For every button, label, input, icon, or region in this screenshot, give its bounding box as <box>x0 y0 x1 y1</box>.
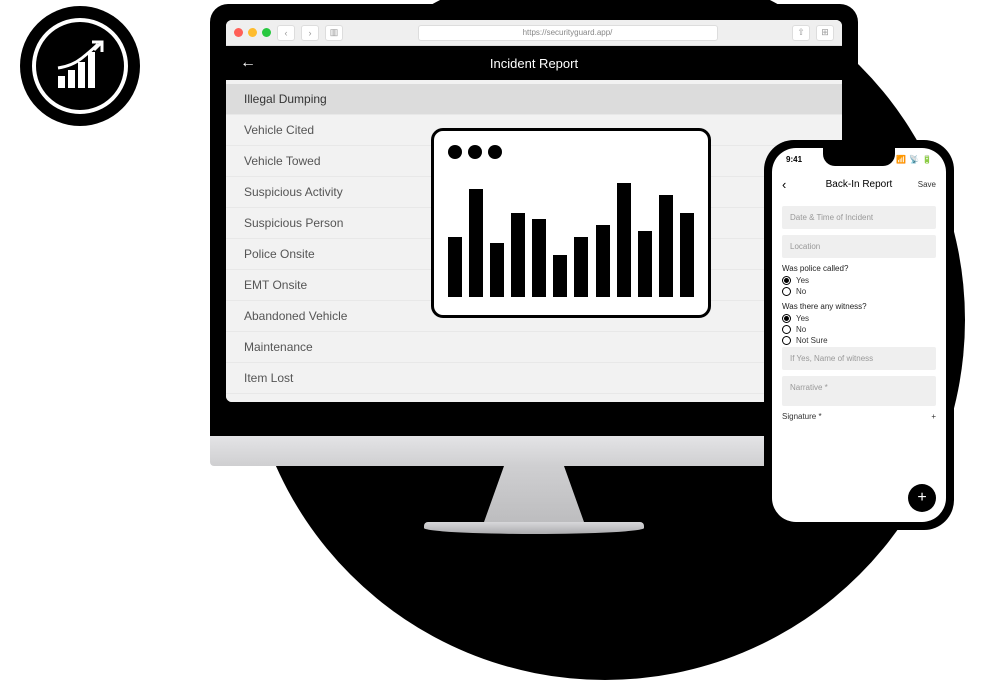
chart-bar <box>659 195 673 297</box>
signature-row[interactable]: Signature * + <box>782 412 936 421</box>
chart-bar <box>532 219 546 297</box>
url-bar[interactable]: https://securityguard.app/ <box>418 25 718 41</box>
app-header: ← Incident Report <box>226 46 842 80</box>
browser-window: ‹ › ▥ https://securityguard.app/ ⇧ ⊞ ← I… <box>226 20 842 402</box>
radio-option[interactable]: Not Sure <box>782 336 936 345</box>
phone-form: Date & Time of Incident Location Was pol… <box>772 198 946 522</box>
browser-sidebar-button[interactable]: ▥ <box>325 25 343 41</box>
list-item[interactable]: Item Lost <box>226 363 842 394</box>
radio-label: No <box>796 325 806 334</box>
radio-label: Yes <box>796 314 809 323</box>
bar-chart <box>448 177 694 297</box>
close-icon[interactable] <box>234 28 243 37</box>
radio-icon[interactable] <box>782 325 791 334</box>
monitor-foot <box>424 522 644 534</box>
chart-card <box>431 128 711 318</box>
browser-back-button[interactable]: ‹ <box>277 25 295 41</box>
radio-icon[interactable] <box>782 314 791 323</box>
signal-icon: 📶 <box>896 155 906 164</box>
browser-toolbar: ‹ › ▥ https://securityguard.app/ ⇧ ⊞ <box>226 20 842 46</box>
witness-name-field[interactable]: If Yes, Name of witness <box>782 347 936 370</box>
radio-label: Yes <box>796 276 809 285</box>
chart-bar <box>574 237 588 297</box>
phone-notch <box>823 148 895 166</box>
radio-label: No <box>796 287 806 296</box>
save-button[interactable]: Save <box>918 180 936 189</box>
chart-bar <box>490 243 504 297</box>
plus-icon[interactable]: + <box>931 412 936 421</box>
chart-bar <box>596 225 610 297</box>
chart-bar <box>469 189 483 297</box>
radio-option[interactable]: No <box>782 287 936 296</box>
list-item[interactable]: Maintenance <box>226 332 842 363</box>
wifi-icon: 📡 <box>909 155 919 164</box>
browser-tabs-button[interactable]: ⊞ <box>816 25 834 41</box>
minimize-icon[interactable] <box>248 28 257 37</box>
status-time: 9:41 <box>786 155 802 164</box>
chart-bar <box>448 237 462 297</box>
list-item[interactable]: Illegal Dumping <box>226 84 842 115</box>
page-title: Incident Report <box>226 56 842 71</box>
browser-share-button[interactable]: ⇧ <box>792 25 810 41</box>
chart-window-dots <box>448 145 694 159</box>
radio-icon[interactable] <box>782 287 791 296</box>
radio-label: Not Sure <box>796 336 828 345</box>
radio-option[interactable]: No <box>782 325 936 334</box>
chart-bar <box>680 213 694 297</box>
dot-icon <box>488 145 502 159</box>
signature-label: Signature * <box>782 412 822 421</box>
datetime-field[interactable]: Date & Time of Incident <box>782 206 936 229</box>
list-item[interactable]: Trespassing <box>226 394 842 402</box>
dot-icon <box>468 145 482 159</box>
narrative-field[interactable]: Narrative * <box>782 376 936 406</box>
monitor-stand <box>484 466 584 522</box>
phone-device: 9:41 📶 📡 🔋 ‹ Back-In Report Save Date & … <box>764 140 954 530</box>
monitor-chin <box>210 436 858 466</box>
question-witness: Was there any witness? <box>782 302 936 311</box>
browser-forward-button[interactable]: › <box>301 25 319 41</box>
growth-badge <box>20 6 140 126</box>
window-controls <box>234 28 271 37</box>
radio-option[interactable]: Yes <box>782 276 936 285</box>
phone-screen: 9:41 📶 📡 🔋 ‹ Back-In Report Save Date & … <box>772 148 946 522</box>
incident-list: Illegal Dumping Vehicle Cited Vehicle To… <box>226 80 842 402</box>
location-field[interactable]: Location <box>782 235 936 258</box>
battery-icon: 🔋 <box>922 155 932 164</box>
question-police: Was police called? <box>782 264 936 273</box>
chart-bar <box>617 183 631 297</box>
dot-icon <box>448 145 462 159</box>
growth-badge-ring <box>32 18 128 114</box>
growth-chart-icon <box>52 38 108 94</box>
radio-icon[interactable] <box>782 276 791 285</box>
radio-icon[interactable] <box>782 336 791 345</box>
chart-bar <box>553 255 567 297</box>
desktop-monitor: ‹ › ▥ https://securityguard.app/ ⇧ ⊞ ← I… <box>210 4 858 534</box>
radio-option[interactable]: Yes <box>782 314 936 323</box>
chart-bar <box>638 231 652 297</box>
fab-add-button[interactable]: + <box>908 484 936 512</box>
phone-app-header: ‹ Back-In Report Save <box>772 170 946 198</box>
maximize-icon[interactable] <box>262 28 271 37</box>
desktop-screen: ‹ › ▥ https://securityguard.app/ ⇧ ⊞ ← I… <box>210 4 858 436</box>
chart-bar <box>511 213 525 297</box>
